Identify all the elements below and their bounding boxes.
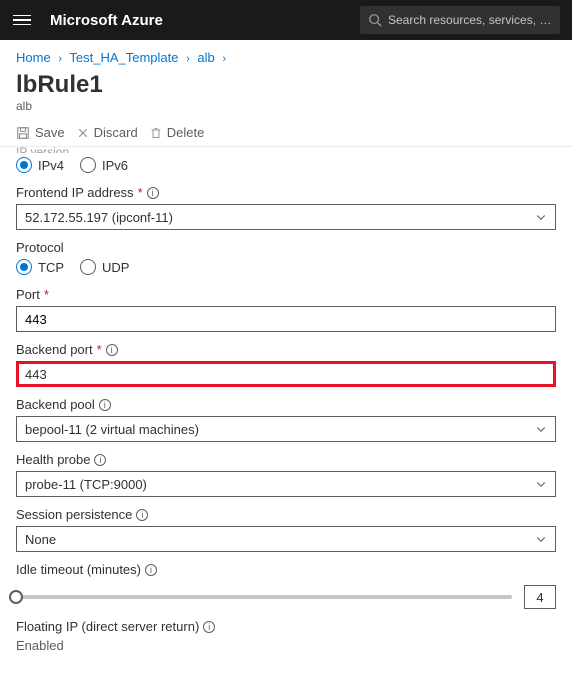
session-persistence-select[interactable]: None — [16, 526, 556, 552]
info-icon[interactable]: i — [145, 564, 157, 576]
ip-version-label-cut: IP version — [16, 145, 556, 153]
info-icon[interactable]: i — [136, 509, 148, 521]
chevron-down-icon — [535, 533, 547, 545]
info-icon[interactable]: i — [106, 344, 118, 356]
radio-udp[interactable]: UDP — [80, 259, 129, 275]
save-button[interactable]: Save — [16, 125, 65, 140]
page-subtitle: alb — [16, 99, 556, 113]
form: IP version IPv4 IPv6 Frontend IP address… — [0, 147, 572, 673]
frontend-ip-label: Frontend IP address* i — [16, 185, 556, 200]
brand-label: Microsoft Azure — [50, 12, 163, 29]
radio-ipv4[interactable]: IPv4 — [16, 157, 64, 173]
save-icon — [16, 126, 30, 140]
radio-icon — [80, 157, 96, 173]
idle-timeout-label: Idle timeout (minutes) i — [16, 562, 556, 577]
radio-icon — [16, 157, 32, 173]
title-block: lbRule1 alb — [0, 71, 572, 119]
port-label: Port* — [16, 287, 556, 302]
backend-pool-select[interactable]: bepool-11 (2 virtual machines) — [16, 416, 556, 442]
chevron-right-icon: › — [182, 53, 194, 65]
floating-ip-value: Enabled — [16, 638, 556, 653]
delete-button[interactable]: Delete — [150, 125, 205, 140]
search-icon — [368, 13, 382, 27]
breadcrumb-alb[interactable]: alb — [197, 50, 214, 65]
radio-icon — [80, 259, 96, 275]
health-probe-select[interactable]: probe-11 (TCP:9000) — [16, 471, 556, 497]
backend-port-label: Backend port* i — [16, 342, 556, 357]
health-probe-label: Health probe i — [16, 452, 556, 467]
idle-timeout-value[interactable]: 4 — [524, 585, 556, 609]
radio-tcp[interactable]: TCP — [16, 259, 64, 275]
chevron-right-icon: › — [218, 53, 230, 65]
frontend-ip-select[interactable]: 52.172.55.197 (ipconf-11) — [16, 204, 556, 230]
discard-button[interactable]: Discard — [77, 125, 138, 140]
chevron-down-icon — [535, 478, 547, 490]
chevron-right-icon: › — [54, 53, 66, 65]
floating-ip-label: Floating IP (direct server return) i — [16, 619, 556, 634]
global-search[interactable]: Search resources, services, and docs (G+… — [360, 6, 560, 34]
info-icon[interactable]: i — [94, 454, 106, 466]
radio-icon — [16, 259, 32, 275]
info-icon[interactable]: i — [147, 187, 159, 199]
port-input[interactable] — [16, 306, 556, 332]
idle-timeout-slider[interactable]: 4 — [16, 585, 556, 609]
info-icon[interactable]: i — [203, 621, 215, 633]
protocol-radio-group: TCP UDP — [16, 259, 556, 275]
backend-port-input[interactable]: 443 — [16, 361, 556, 387]
radio-ipv6[interactable]: IPv6 — [80, 157, 128, 173]
menu-icon[interactable] — [12, 10, 32, 30]
search-placeholder: Search resources, services, and docs (G+… — [388, 13, 552, 27]
breadcrumb-template[interactable]: Test_HA_Template — [69, 50, 178, 65]
info-icon[interactable]: i — [99, 399, 111, 411]
trash-icon — [150, 126, 162, 140]
command-bar: Save Discard Delete — [0, 119, 572, 147]
protocol-label: Protocol — [16, 240, 556, 255]
page-title: lbRule1 — [16, 71, 556, 99]
chevron-down-icon — [535, 211, 547, 223]
backend-pool-label: Backend pool i — [16, 397, 556, 412]
close-icon — [77, 127, 89, 139]
breadcrumb: Home › Test_HA_Template › alb › — [0, 40, 572, 71]
chevron-down-icon — [535, 423, 547, 435]
top-bar: Microsoft Azure Search resources, servic… — [0, 0, 572, 40]
slider-thumb[interactable] — [9, 590, 23, 604]
session-persistence-label: Session persistence i — [16, 507, 556, 522]
ip-version-radio-group: IPv4 IPv6 — [16, 157, 556, 173]
breadcrumb-home[interactable]: Home — [16, 50, 51, 65]
